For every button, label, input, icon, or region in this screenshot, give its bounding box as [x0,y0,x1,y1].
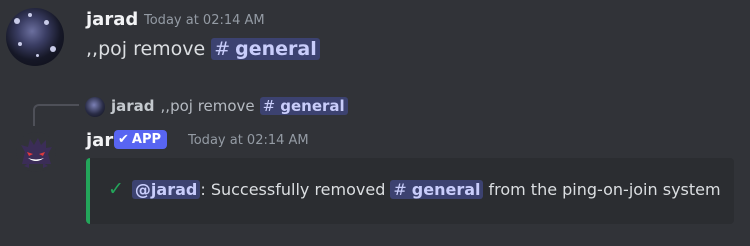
channel-hash-icon: # [262,97,276,115]
message-author[interactable]: jarad [86,9,138,30]
reply-avatar[interactable] [85,97,105,117]
channel-mention-name: general [411,179,481,199]
reply-channel-mention[interactable]: # general [259,97,348,115]
verified-check-icon: ✔ [118,132,129,147]
message-author[interactable]: jar [86,130,113,151]
channel-mention[interactable]: # general [390,179,484,199]
message-text: ,,poj remove [86,38,206,60]
user-mention[interactable]: @jarad [131,179,201,199]
embed-text: : Successfully removed [200,179,386,199]
reply-preview[interactable]: jarad ,,poj remove # general [111,97,348,115]
message-timestamp[interactable]: Today at 02:14 AM [144,13,265,28]
app-badge: ✔ APP [114,130,168,149]
avatar-jarad[interactable] [6,8,64,66]
channel-hash-icon: # [214,38,231,60]
reply-spine [33,104,79,126]
success-check-icon: ✓ [108,178,124,200]
message-timestamp[interactable]: Today at 02:14 AM [188,133,309,148]
channel-hash-icon: # [393,179,407,199]
app-badge-label: APP [131,132,162,147]
channel-mention-name: general [235,38,317,60]
message-content: ,,poj remove # general [86,38,320,60]
embed-text-tail: from the ping-on-join system [488,179,721,199]
embed-description: ✓ @jarad : Successfully removed # genera… [108,178,721,200]
channel-mention-name: general [280,97,345,115]
channel-mention[interactable]: # general [211,38,320,60]
reply-text: ,,poj remove [160,97,255,115]
reply-author[interactable]: jarad [111,97,155,115]
gengar-icon [21,138,52,168]
avatar-jar-bot[interactable] [16,132,56,172]
